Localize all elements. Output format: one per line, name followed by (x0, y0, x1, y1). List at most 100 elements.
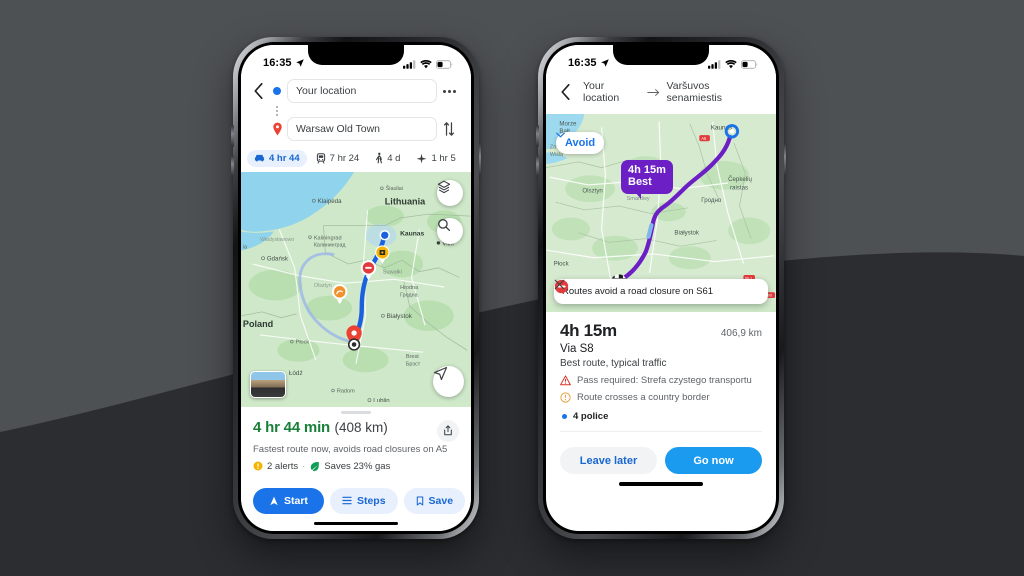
route-header-bar: Your location Varšuvos senamiestis (546, 71, 776, 114)
steps-list-icon (342, 496, 352, 505)
volume-down-button[interactable] (231, 155, 234, 177)
chip-separator: · (302, 460, 306, 472)
notch-right (613, 45, 709, 65)
route-distance: 406,9 km (720, 328, 762, 339)
mode-flight[interactable]: 1 hr 5 (409, 150, 462, 167)
volume-up-button[interactable] (231, 125, 234, 147)
svg-text:Morze: Morze (559, 121, 577, 128)
svg-text:Olsztyn: Olsztyn (582, 188, 603, 195)
eta-duration: 4 hr 44 min (253, 418, 330, 436)
location-arrow-icon (295, 59, 304, 67)
origin-dot-marker (379, 230, 390, 241)
more-options-icon[interactable] (437, 89, 461, 93)
police-dot-icon (562, 414, 567, 419)
street-view-thumbnail[interactable] (250, 370, 286, 398)
destination-pin-icon (269, 122, 285, 136)
sheet-divider (560, 431, 762, 432)
volume-down-button-right[interactable] (536, 155, 539, 177)
search-header: Your location Warsaw Old Town (241, 71, 471, 145)
warning-row-pass: Pass required: Strefa czystego transport… (560, 375, 762, 386)
route-destination[interactable]: Varšuvos senamiestis (667, 80, 765, 104)
svg-text:A5: A5 (701, 136, 707, 141)
notch (308, 45, 404, 65)
go-now-button[interactable]: Go now (665, 447, 762, 474)
chevron-down-icon (556, 132, 565, 138)
route-quality: Best route, typical traffic (560, 358, 667, 369)
svg-text:Za: Za (550, 145, 556, 151)
police-row: 4 police (560, 411, 762, 422)
save-button-label: Save (428, 494, 454, 507)
volume-up-button-right[interactable] (536, 125, 539, 147)
back-chevron-icon[interactable] (247, 77, 269, 105)
route-summary-sheet: 4 hr 44 min (408 km) Fastest route now, … (241, 406, 471, 531)
go-now-label: Go now (693, 454, 734, 467)
route-detail-sheet: 4h 15m 406,9 km Via S8 Best route, typic… (546, 312, 776, 492)
wifi-icon-right (725, 60, 737, 69)
svg-text:Białystok: Białystok (674, 230, 699, 237)
background-decoration (0, 0, 1024, 576)
map-search-icon[interactable] (437, 218, 463, 244)
svg-text:Čepkelių: Čepkelių (728, 176, 752, 183)
save-button[interactable]: Save (403, 487, 466, 514)
avoid-chip[interactable]: Avoid (556, 132, 605, 154)
route-dots-icon (276, 103, 278, 119)
alert-icon (253, 461, 263, 471)
battery-icon (436, 60, 453, 69)
origin-input[interactable]: Your location (287, 79, 437, 103)
mode-driving[interactable]: 4 hr 44 (247, 149, 307, 167)
cellular-icon (403, 60, 416, 69)
route-time-callout[interactable]: 4h 15m Best (621, 160, 673, 199)
road-closure-banner: Routes avoid a road closure on S61 (554, 279, 768, 304)
bookmark-icon (416, 495, 423, 506)
power-button-right[interactable] (783, 143, 786, 177)
recenter-icon[interactable] (433, 365, 464, 397)
map-canvas-left[interactable]: Šiauliai Klaipėda Władysławowo Kaliningr… (241, 172, 471, 407)
origin-value: Your location (296, 85, 357, 97)
finish-flag-marker (347, 338, 361, 351)
info-circle-icon (560, 392, 571, 403)
road-shield-a5: A5 (699, 135, 710, 142)
mode-walking[interactable]: 4 d (368, 149, 407, 167)
sheet-actions-right: Leave later Go now (546, 438, 776, 474)
origin-dot-icon (269, 87, 285, 95)
destination-value: Warsaw Old Town (296, 123, 381, 135)
leave-later-button[interactable]: Leave later (560, 447, 657, 474)
mode-transit-label: 7 hr 24 (329, 152, 360, 164)
avoid-chip-label: Avoid (565, 137, 596, 149)
cellular-icon-right (708, 60, 721, 69)
location-arrow-icon-right (600, 59, 609, 67)
home-indicator-right[interactable] (619, 482, 703, 486)
route-subtitle: Fastest route now, avoids road closures … (253, 443, 448, 455)
mode-flight-label: 1 hr 5 (431, 152, 456, 164)
warning-pass-text: Pass required: Strefa czystego transport… (577, 375, 752, 386)
leave-later-label: Leave later (579, 454, 638, 467)
svg-text:Гродно: Гродно (701, 197, 722, 204)
destination-input[interactable]: Warsaw Old Town (287, 117, 437, 141)
sheet-grabber[interactable] (341, 410, 371, 414)
home-indicator[interactable] (314, 521, 398, 525)
map-layers-icon[interactable] (437, 180, 463, 206)
mode-driving-label: 4 hr 44 (269, 152, 300, 164)
swap-arrows-icon[interactable] (437, 122, 461, 136)
route-duration: 4h 15m (560, 321, 617, 340)
steps-button[interactable]: Steps (329, 487, 398, 514)
share-icon[interactable] (437, 419, 459, 442)
callout-time: 4h 15m (628, 164, 666, 176)
route-origin[interactable]: Your location (583, 80, 641, 104)
svg-text:raistas: raistas (730, 185, 748, 192)
warning-row-border: Route crosses a country border (560, 392, 762, 403)
banner-text: Routes avoid a road closure on S61 (562, 286, 714, 297)
mode-transit[interactable]: 7 hr 24 (309, 150, 367, 167)
status-time: 16:35 (263, 57, 292, 69)
phone-right: 16:35 Your location Varšuvos senamiestis… (536, 37, 786, 539)
start-button[interactable]: Start (253, 487, 324, 514)
eta-distance: (408 km) (334, 419, 388, 435)
road-closure-marker (360, 260, 377, 281)
power-button[interactable] (478, 143, 481, 177)
back-chevron-icon-right[interactable] (554, 78, 576, 106)
callout-qualifier: Best (628, 176, 652, 189)
sheet-actions: Start Steps Save (241, 480, 471, 514)
map-canvas-right[interactable]: Morze Bałt ZaWiśla Olsztyn Smardwy Kauna… (546, 114, 776, 312)
phone-left: 16:35 Your location Warsaw Old Town 4 hr… (231, 37, 481, 539)
svg-text:Płock: Płock (554, 260, 570, 267)
